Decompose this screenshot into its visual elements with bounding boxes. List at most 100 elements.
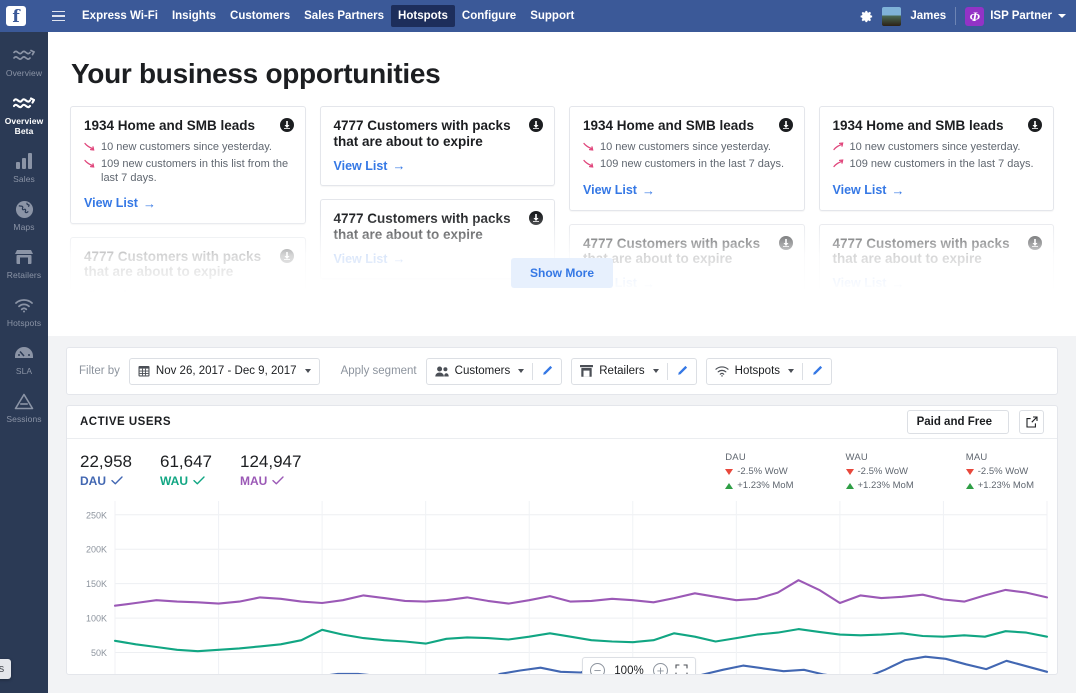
delta-wow: -2.5% WoW	[737, 466, 788, 477]
check-icon[interactable]	[193, 474, 205, 488]
external-link-icon[interactable]	[1019, 410, 1044, 434]
plus-icon[interactable]: +	[653, 663, 668, 674]
svg-text:150K: 150K	[86, 579, 107, 589]
user-name[interactable]: James	[910, 10, 946, 22]
sidebar-item-sales[interactable]: Sales	[0, 144, 48, 192]
arrow-right-icon: →	[142, 195, 156, 211]
download-icon[interactable]	[1028, 235, 1042, 250]
card-bullet: 10 new customers since yesterday.	[583, 140, 791, 155]
gear-icon[interactable]	[859, 9, 873, 23]
sidebar-item-label-line1: Overview	[4, 116, 44, 126]
triangle-down-icon	[845, 468, 854, 475]
top-bar-divider	[955, 7, 957, 25]
nav-item-insights[interactable]: Insights	[165, 5, 223, 27]
sidebar-item-sla[interactable]: SLA	[0, 336, 48, 384]
metric-value: 61,647	[160, 452, 212, 471]
nav-brand-express-wifi[interactable]: Express Wi-Fi	[75, 5, 165, 27]
trend-down-icon	[84, 140, 95, 155]
metric-dau[interactable]: 22,958 DAU	[80, 452, 132, 491]
sidebar-item-sessions[interactable]: Sessions	[0, 384, 48, 432]
sidebar-item-retailers[interactable]: Retailers	[0, 240, 48, 288]
delta-mom-row: +1.23% MoM	[845, 480, 914, 491]
card-bullet-text: 10 new customers since yesterday.	[600, 140, 771, 153]
delta-name: DAU	[725, 452, 746, 463]
sidebar-tooltip: tions	[0, 659, 12, 679]
date-range-picker[interactable]: Nov 26, 2017 - Dec 9, 2017	[128, 357, 320, 385]
sidebar-item-label: Retailers	[6, 270, 42, 280]
card-title: 4777 Customers with packs that are about…	[334, 304, 542, 306]
nav-item-support[interactable]: Support	[523, 5, 581, 27]
card-title: 4777 Customers with packs that are about…	[333, 211, 511, 242]
sidebar-item-label: Overview Beta	[2, 116, 46, 136]
segment-customers-button[interactable]: Customers	[426, 358, 533, 384]
delta-wow-row: -2.5% WoW	[965, 466, 1034, 477]
segment-retailers-label: Retailers	[599, 365, 645, 377]
trend-down-icon	[583, 140, 594, 155]
view-list-link[interactable]: View List →	[84, 196, 156, 211]
calendar-icon	[138, 365, 150, 377]
trend-up-icon	[832, 140, 844, 155]
opportunity-cards-container: 1934 Home and SMB leads 10 new customers…	[48, 106, 1076, 306]
download-icon[interactable]	[279, 118, 294, 132]
svg-text:50K: 50K	[91, 648, 107, 658]
wifi-icon	[715, 365, 729, 377]
segment-hotspots-button[interactable]: Hotspots	[706, 358, 803, 384]
view-list-label: View List	[84, 289, 138, 303]
facebook-logo[interactable]: f	[0, 0, 32, 32]
account-switcher[interactable]: Φ ISP Partner	[965, 6, 1066, 26]
download-icon[interactable]	[1028, 118, 1042, 132]
triangle-up-icon	[725, 482, 734, 489]
opportunity-card[interactable]: 4777 Customers with packs that are about…	[319, 292, 555, 306]
triangle-icon	[2, 391, 46, 411]
view-list-link[interactable]: View List →	[84, 289, 156, 304]
check-icon[interactable]	[272, 474, 285, 488]
download-icon[interactable]	[529, 211, 543, 225]
nav-item-hotspots[interactable]: Hotspots	[391, 5, 455, 27]
delta-mom: +1.23% MoM	[977, 480, 1034, 491]
download-icon[interactable]	[778, 118, 793, 132]
nav-item-sales-partners[interactable]: Sales Partners	[297, 5, 391, 27]
opportunity-card[interactable]: 1934 Home and SMB leads 10 new customers…	[818, 106, 1054, 211]
nav-item-configure[interactable]: Configure	[455, 5, 523, 27]
view-list-link[interactable]: View List →	[583, 183, 655, 198]
pencil-icon[interactable]	[668, 359, 696, 384]
segment-customers-label: Customers	[454, 365, 511, 377]
minus-icon[interactable]: −	[590, 663, 605, 674]
nav-item-customers[interactable]: Customers	[223, 5, 297, 27]
active-users-chart[interactable]: 50K 100K 150K 200K 250K − 100% +	[67, 497, 1057, 674]
show-more-button[interactable]: Show More	[510, 258, 613, 288]
filter-bar: Filter by Nov 26, 2017 - Dec 9, 2017 App…	[66, 347, 1058, 395]
pencil-icon[interactable]	[803, 359, 831, 384]
metric-wau[interactable]: 61,647 WAU	[160, 452, 212, 491]
sidebar-item-overview[interactable]: Overview	[0, 38, 48, 86]
paid-and-free-dropdown[interactable]: Paid and Free	[906, 410, 1009, 434]
opportunity-card[interactable]: 4777 Customers with packs that are about…	[319, 106, 555, 186]
check-icon[interactable]	[111, 474, 123, 488]
avatar[interactable]	[882, 6, 902, 26]
sidebar-item-hotspots[interactable]: Hotspots	[0, 288, 48, 336]
view-list-link[interactable]: View List →	[334, 158, 406, 173]
sidebar-item-label-line2: Beta	[14, 126, 34, 136]
hamburger-icon[interactable]	[52, 10, 65, 22]
opportunity-card[interactable]: 1934 Home and SMB leads 10 new customers…	[569, 106, 805, 211]
trend-down-icon	[84, 157, 95, 185]
business-opportunities-section: Your business opportunities 1934 Home an…	[48, 32, 1076, 336]
opportunity-card[interactable]: 1934 Home and SMB leads 10 new customers…	[70, 106, 306, 224]
deltas-group: DAU -2.5% WoW +1.23% MoM WAU -2.5% WoW +…	[725, 452, 1044, 491]
panel-title: ACTIVE USERS	[80, 416, 171, 428]
sidebar-item-maps[interactable]: Maps	[0, 192, 48, 240]
fit-screen-icon[interactable]	[675, 664, 688, 674]
download-icon[interactable]	[778, 235, 793, 250]
metric-mau[interactable]: 124,947 MAU	[240, 452, 301, 491]
sidebar-item-overview-beta[interactable]: Overview Beta	[0, 86, 48, 144]
segment-retailers-button[interactable]: Retailers	[572, 358, 667, 384]
card-bullet-text: 109 new customers in the last 7 days.	[849, 157, 1034, 170]
download-icon[interactable]	[529, 118, 543, 132]
pencil-icon[interactable]	[533, 359, 561, 384]
segment-hotspots: Hotspots	[705, 357, 833, 385]
metric-label: MAU	[240, 474, 268, 488]
card-bullet-text: 10 new customers since yesterday.	[101, 140, 272, 153]
apply-segment-label: Apply segment	[340, 365, 417, 377]
chart-svg: 50K 100K 150K 200K 250K	[86, 501, 1049, 674]
view-list-link[interactable]: View List →	[833, 183, 905, 198]
